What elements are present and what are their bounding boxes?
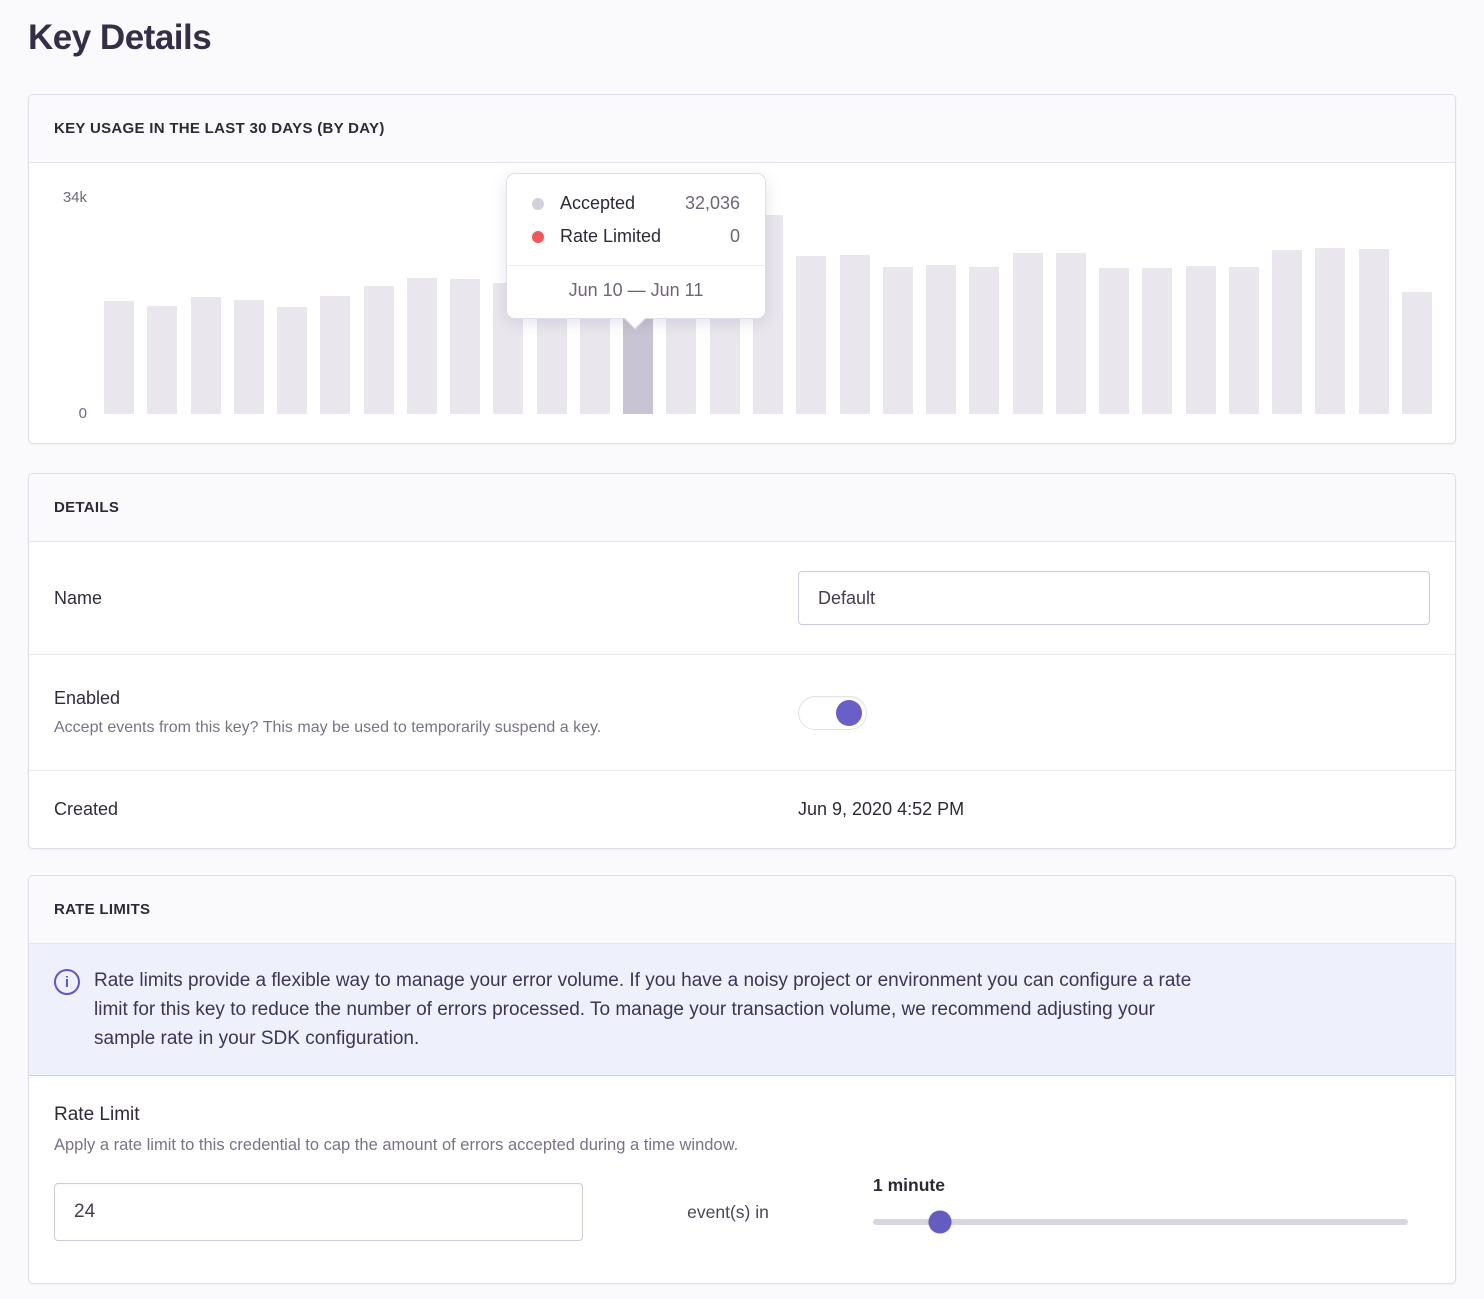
tooltip-series-value: 0 xyxy=(730,226,740,247)
usage-bar[interactable] xyxy=(1186,266,1216,414)
enabled-row: Enabled Accept events from this key? Thi… xyxy=(29,655,1455,771)
usage-bar[interactable] xyxy=(1229,267,1259,414)
enabled-label: Enabled xyxy=(54,688,778,709)
enabled-description: Accept events from this key? This may be… xyxy=(54,719,778,737)
usage-bar[interactable] xyxy=(926,265,956,414)
rate-limit-count-input[interactable] xyxy=(54,1183,583,1241)
rate-limit-window-slider[interactable] xyxy=(873,1219,1408,1225)
tooltip-row: Rate Limited 0 xyxy=(532,220,740,253)
usage-bar[interactable] xyxy=(1402,292,1432,414)
usage-bar[interactable] xyxy=(277,307,307,414)
created-row: Created Jun 9, 2020 4:52 PM xyxy=(29,771,1455,848)
details-panel-header: DETAILS xyxy=(29,474,1455,542)
usage-bar[interactable] xyxy=(450,279,480,414)
tooltip-legend: Accepted 32,036 Rate Limited 0 xyxy=(507,174,765,266)
toggle-knob xyxy=(836,700,862,726)
usage-panel-header: KEY USAGE IN THE LAST 30 DAYS (BY DAY) xyxy=(29,95,1455,163)
usage-panel: KEY USAGE IN THE LAST 30 DAYS (BY DAY) 3… xyxy=(28,94,1456,444)
usage-chart: 34k 0 Accepted32,036Rate Limited0 Jun 10… xyxy=(29,163,1455,443)
created-row-control: Jun 9, 2020 4:52 PM xyxy=(798,799,1430,820)
usage-bar[interactable] xyxy=(1142,268,1172,414)
rate-limit-controls: event(s) in 1 minute xyxy=(54,1175,1430,1241)
name-input[interactable] xyxy=(798,571,1430,625)
name-label: Name xyxy=(54,588,778,609)
chart-tooltip: Accepted32,036Rate Limited0 Jun 10 — Jun… xyxy=(506,173,766,319)
details-panel: DETAILS Name Enabled Accept events from … xyxy=(28,473,1456,849)
usage-bar[interactable] xyxy=(1056,253,1086,414)
usage-bar[interactable] xyxy=(364,286,394,414)
rate-limits-info-alert: i Rate limits provide a flexible way to … xyxy=(29,944,1455,1076)
enabled-row-control xyxy=(798,696,1430,730)
created-value: Jun 9, 2020 4:52 PM xyxy=(798,799,964,819)
rate-limit-window-label: 1 minute xyxy=(873,1175,1430,1196)
usage-bar[interactable] xyxy=(969,267,999,414)
usage-bar[interactable] xyxy=(234,300,264,414)
rate-limit-window-group: 1 minute xyxy=(873,1175,1430,1225)
legend-dot-icon xyxy=(532,198,544,210)
tooltip-series-label: Rate Limited xyxy=(560,226,661,247)
tooltip-series-label: Accepted xyxy=(560,193,635,214)
name-row-label: Name xyxy=(54,588,798,609)
rate-limit-row: Rate Limit Apply a rate limit to this cr… xyxy=(29,1076,1455,1283)
usage-bar[interactable] xyxy=(104,301,134,414)
bar-series xyxy=(104,202,1432,414)
usage-bar[interactable] xyxy=(191,297,221,414)
tooltip-series-value: 32,036 xyxy=(685,193,740,214)
slider-thumb[interactable] xyxy=(928,1211,951,1234)
usage-bar[interactable] xyxy=(840,255,870,414)
tooltip-row: Accepted 32,036 xyxy=(532,187,740,220)
rate-limit-label: Rate Limit xyxy=(54,1104,1430,1126)
usage-bar[interactable] xyxy=(1315,248,1345,414)
name-row-control xyxy=(798,571,1430,625)
created-row-label: Created xyxy=(54,799,798,820)
name-row: Name xyxy=(29,542,1455,655)
legend-dot-icon xyxy=(532,231,544,243)
usage-bar[interactable] xyxy=(1099,268,1129,414)
enabled-row-label: Enabled Accept events from this key? Thi… xyxy=(54,688,798,737)
info-icon: i xyxy=(54,969,80,995)
usage-bar[interactable] xyxy=(147,306,177,414)
usage-bar[interactable] xyxy=(1359,249,1389,414)
usage-bar[interactable] xyxy=(407,278,437,414)
page-title: Key Details xyxy=(28,0,1456,58)
usage-bar[interactable] xyxy=(883,267,913,414)
usage-bar[interactable] xyxy=(320,296,350,414)
enabled-toggle[interactable] xyxy=(798,696,867,730)
y-axis-max-label: 34k xyxy=(59,189,87,206)
created-label: Created xyxy=(54,799,778,820)
usage-bar[interactable] xyxy=(796,256,826,414)
y-axis-min-label: 0 xyxy=(59,405,87,422)
key-details-page: Key Details KEY USAGE IN THE LAST 30 DAY… xyxy=(0,0,1484,1299)
alert-text: Rate limits provide a flexible way to ma… xyxy=(94,966,1191,1053)
usage-bar[interactable] xyxy=(1272,250,1302,414)
rate-limits-panel: RATE LIMITS i Rate limits provide a flex… xyxy=(28,875,1456,1284)
rate-limit-description: Apply a rate limit to this credential to… xyxy=(54,1136,1430,1155)
rate-limits-panel-header: RATE LIMITS xyxy=(29,876,1455,944)
rate-limit-connector-text: event(s) in xyxy=(687,1202,769,1223)
usage-bar[interactable] xyxy=(1013,253,1043,414)
